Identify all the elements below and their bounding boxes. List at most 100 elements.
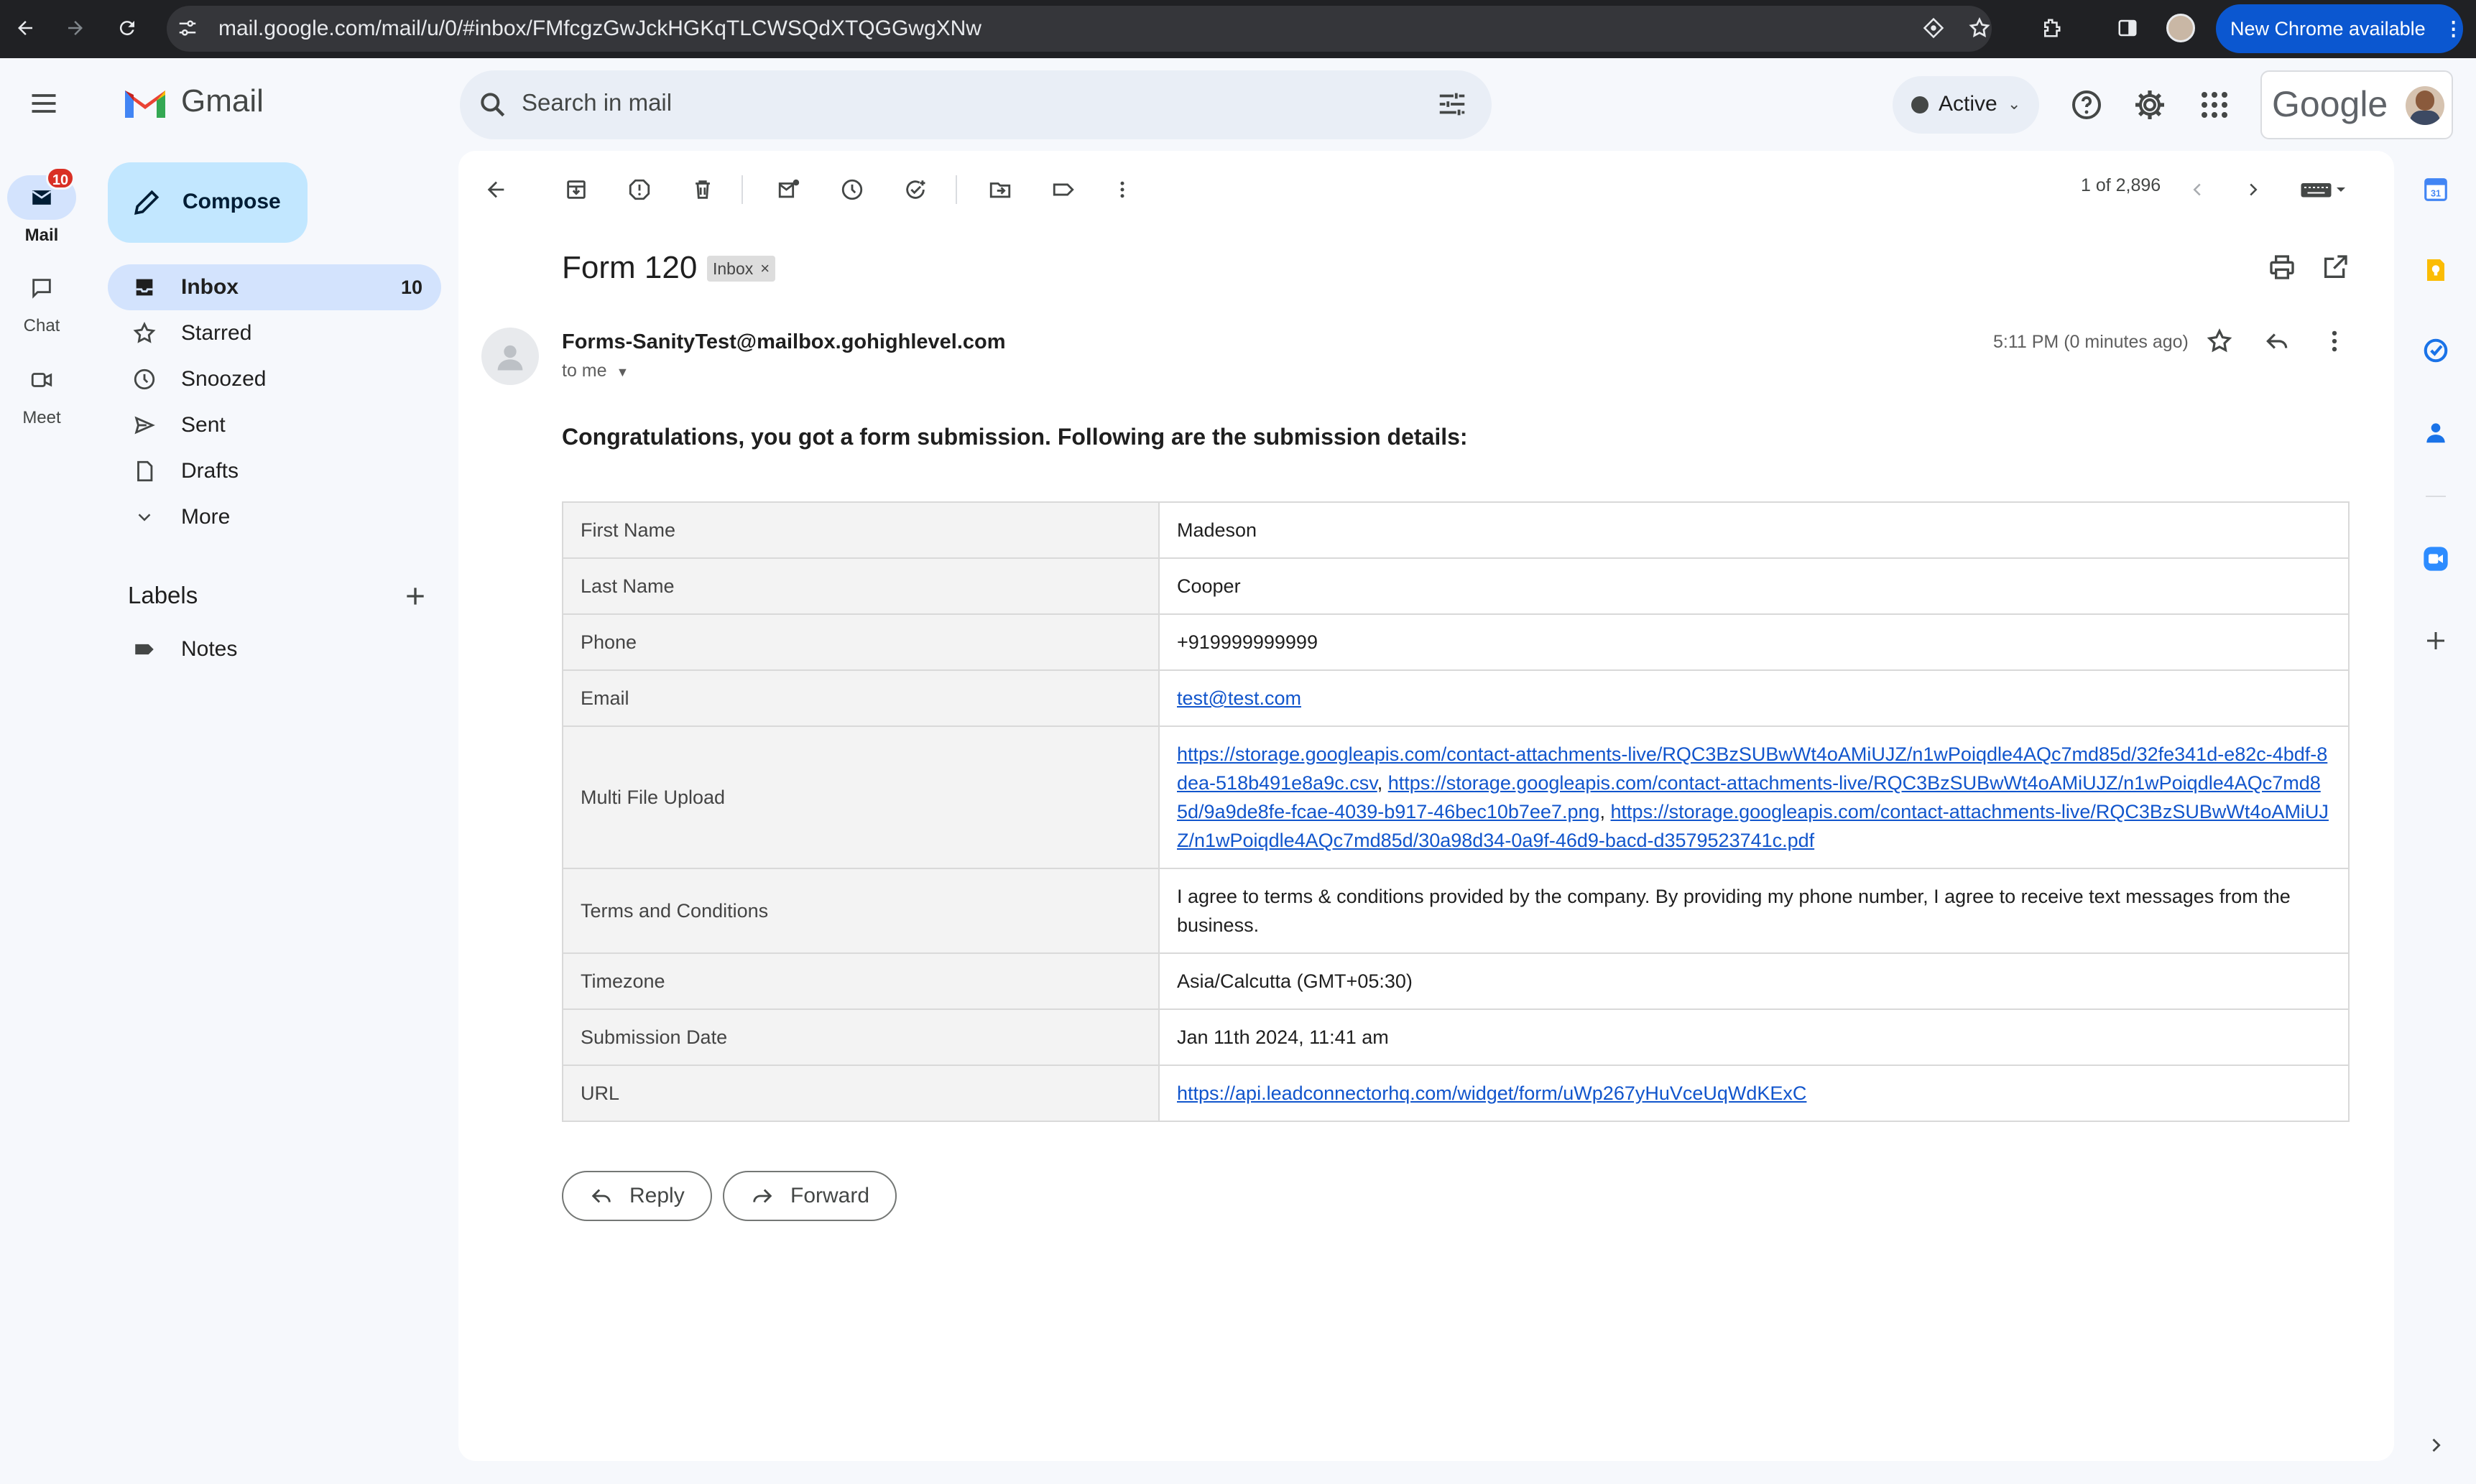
recipient-details[interactable]: to me ▼ [562, 361, 629, 381]
reload-icon[interactable] [109, 10, 145, 46]
bookmark-star-icon[interactable] [1962, 10, 1997, 46]
gmail-logo-icon[interactable] [122, 85, 168, 121]
form-url-link[interactable]: https://api.leadconnectorhq.com/widget/f… [1177, 1082, 1806, 1104]
profile-avatar[interactable] [2163, 10, 2199, 46]
help-icon[interactable] [2069, 88, 2104, 122]
pencil-icon [134, 190, 160, 215]
extensions-icon[interactable] [2033, 10, 2069, 46]
label-icon[interactable] [1043, 170, 1084, 210]
nav-starred[interactable]: Starred [108, 310, 441, 356]
contacts-icon[interactable] [2417, 414, 2454, 451]
rail-meet[interactable]: Meet [0, 358, 83, 428]
main-menu-icon[interactable] [11, 85, 76, 124]
field-value: test@test.com [1158, 669, 2350, 727]
reply-button-label: Reply [629, 1184, 685, 1207]
account-switcher[interactable]: Google [2260, 70, 2453, 139]
calendar-icon[interactable]: 31 [2417, 171, 2454, 208]
back-arrow-icon[interactable] [7, 10, 43, 46]
side-panel-icon[interactable] [2110, 10, 2145, 46]
field-value: Asia/Calcutta (GMT+05:30) [1158, 952, 2350, 1010]
add-to-tasks-icon[interactable] [895, 170, 936, 210]
rail-meet-label: Meet [22, 408, 61, 427]
print-icon[interactable] [2268, 253, 2296, 282]
remove-label-icon[interactable]: × [760, 259, 770, 278]
account-avatar [2406, 86, 2444, 125]
reply-icon[interactable] [2263, 328, 2291, 355]
input-tools-keyboard-icon[interactable] [2295, 170, 2352, 210]
add-label-icon[interactable] [401, 582, 430, 611]
rail-chat[interactable]: Chat [0, 266, 83, 336]
rail-mail[interactable]: 10 Mail [0, 167, 83, 246]
new-chrome-available-button[interactable]: New Chrome available ⋮ [2216, 4, 2463, 53]
settings-gear-icon[interactable] [2133, 88, 2167, 122]
field-value: +919999999999 [1158, 613, 2350, 671]
labels-heading: Labels [128, 582, 198, 608]
lens-icon[interactable] [1916, 10, 1951, 46]
field-label: Terms and Conditions [562, 868, 1160, 954]
email-link[interactable]: test@test.com [1177, 687, 1301, 709]
keep-notes-icon[interactable] [2417, 251, 2454, 289]
label-notes[interactable]: Notes [108, 626, 441, 672]
nav-drafts[interactable]: Drafts [108, 448, 441, 494]
expand-side-panel-icon[interactable] [2417, 1427, 2454, 1464]
clock-icon [108, 367, 181, 391]
inbox-label-chip[interactable]: Inbox × [707, 256, 776, 282]
table-row: Multi File Upload https://storage.google… [562, 725, 2350, 869]
rail-chat-label: Chat [23, 316, 60, 335]
google-apps-icon[interactable] [2197, 88, 2232, 122]
field-value: I agree to terms & conditions provided b… [1158, 868, 2350, 954]
nav-sent[interactable]: Sent [108, 402, 441, 448]
new-chrome-label: New Chrome available [2230, 18, 2426, 40]
sender-email[interactable]: Forms-SanityTest@mailbox.gohighlevel.com [562, 330, 1006, 354]
star-message-icon[interactable] [2206, 328, 2233, 355]
field-label: Phone [562, 613, 1160, 671]
mail-icon [32, 190, 52, 205]
nav-inbox-label: Inbox [181, 275, 239, 299]
move-to-folder-icon[interactable] [980, 170, 1020, 210]
older-chevron-right-icon[interactable] [2233, 170, 2273, 210]
message-more-icon[interactable] [2321, 328, 2348, 355]
field-value: Madeson [1158, 501, 2350, 559]
status-selector[interactable]: Active ⌄ [1893, 76, 2039, 134]
forward-button[interactable]: Forward [723, 1171, 897, 1221]
site-info-icon[interactable] [170, 10, 205, 46]
snooze-clock-icon[interactable] [832, 170, 872, 210]
field-value: https://storage.googleapis.com/contact-a… [1158, 725, 2350, 869]
tasks-icon[interactable] [2417, 332, 2454, 369]
zoom-app-icon[interactable] [2417, 540, 2454, 578]
nav-sent-label: Sent [181, 413, 226, 437]
open-in-new-window-icon[interactable] [2321, 253, 2350, 282]
search-options-icon[interactable] [1436, 88, 1469, 121]
delete-trash-icon[interactable] [683, 170, 723, 210]
newer-chevron-left-icon[interactable] [2177, 170, 2217, 210]
mark-unread-icon[interactable] [769, 170, 809, 210]
get-addons-plus-icon[interactable] [2417, 622, 2454, 659]
forward-arrow-icon [753, 1189, 772, 1203]
sender-avatar[interactable] [481, 328, 539, 385]
reply-button[interactable]: Reply [562, 1171, 712, 1221]
report-spam-icon[interactable] [619, 170, 660, 210]
forward-button-label: Forward [790, 1184, 870, 1207]
nav-snoozed[interactable]: Snoozed [108, 356, 441, 402]
url-text[interactable]: mail.google.com/mail/u/0/#inbox/FMfcgzGw… [218, 11, 981, 46]
back-to-inbox-icon[interactable] [476, 170, 516, 210]
search-icon[interactable] [477, 89, 509, 121]
field-value: Jan 11th 2024, 11:41 am [1158, 1008, 2350, 1066]
submission-details-table: First Name Madeson Last Name Cooper Phon… [562, 501, 2350, 1122]
kebab-menu-icon: ⋮ [2444, 18, 2464, 40]
field-value: Cooper [1158, 557, 2350, 615]
more-options-icon[interactable] [1102, 170, 1142, 210]
rail-mail-label: Mail [24, 226, 59, 245]
search-input[interactable]: Search in mail [522, 89, 672, 116]
nav-inbox[interactable]: Inbox 10 [108, 264, 441, 310]
side-panel-divider [2426, 496, 2446, 497]
chat-icon [32, 279, 51, 299]
forward-arrow-icon[interactable] [57, 10, 93, 46]
nav-more-label: More [181, 505, 231, 529]
compose-button[interactable]: Compose [108, 162, 308, 243]
recipient-text: to me [562, 361, 607, 381]
nav-starred-label: Starred [181, 321, 252, 345]
archive-icon[interactable] [556, 170, 596, 210]
mail-unread-badge: 10 [46, 167, 75, 190]
nav-more[interactable]: More [108, 494, 441, 540]
